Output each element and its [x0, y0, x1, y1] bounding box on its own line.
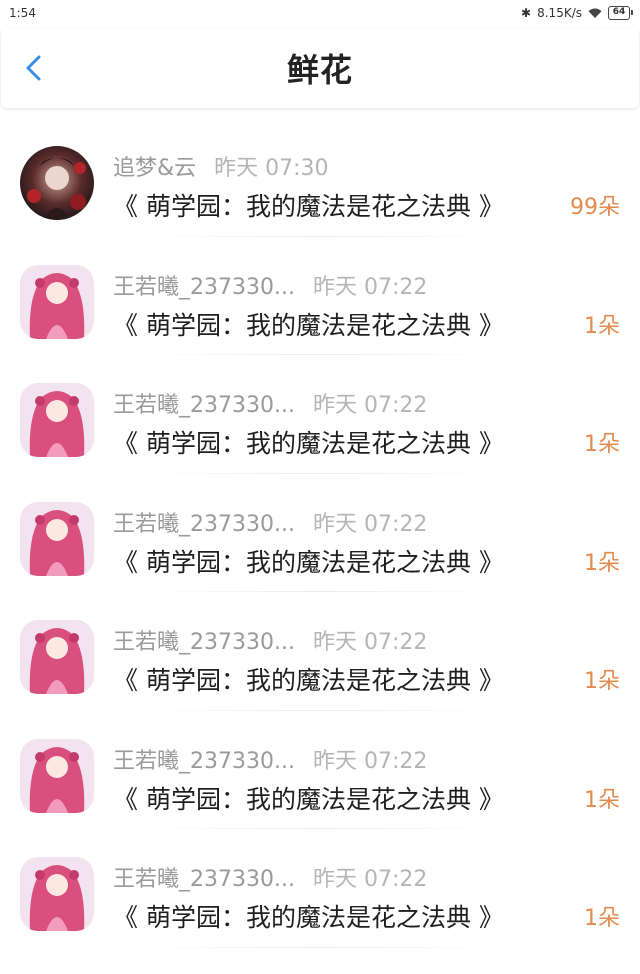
record-meta: 王若曦_237330... 昨天 07:22 — [113, 624, 427, 656]
avatar[interactable] — [20, 264, 94, 339]
list-item[interactable]: 王若曦_237330... 昨天 07:22 《 萌学园：我的魔法是花之法典 》… — [0, 711, 640, 830]
record-time: 昨天 07:22 — [312, 393, 428, 418]
avatar[interactable] — [20, 857, 94, 931]
sender-name: 追梦&云 — [113, 156, 197, 181]
record-time: 昨天 07:30 — [214, 156, 329, 181]
book-title: 《 萌学园：我的魔法是花之法典 》 — [113, 192, 504, 221]
list-item[interactable]: 追梦&云 昨天 07:30 《 萌学园：我的魔法是花之法典 》 99朵 — [0, 118, 640, 237]
record-meta: 追梦&云 昨天 07:30 — [113, 150, 329, 182]
flower-count: 1朵 — [584, 432, 620, 457]
top-app-bar: 鲜花 — [1, 28, 639, 108]
record-meta: 王若曦_237330... 昨天 07:22 — [113, 387, 427, 419]
record-time: 昨天 07:22 — [312, 274, 428, 300]
list-item[interactable]: 王若曦_237330... 昨天 07:22 《 萌学园：我的魔法是花之法典 》… — [0, 592, 640, 711]
flower-count: 1朵 — [584, 313, 620, 339]
flower-count: 99朵 — [570, 195, 620, 220]
book-title: 《 萌学园：我的魔法是花之法典 》 — [113, 547, 504, 577]
list-item[interactable]: 王若曦_237330... 昨天 07:22 《 萌学园：我的魔法是花之法典 》… — [0, 237, 640, 356]
book-title: 《 萌学园：我的魔法是花之法典 》 — [113, 429, 504, 458]
record-time: 昨天 07:22 — [312, 630, 428, 655]
sender-name: 王若曦_237330... — [113, 867, 295, 892]
list-item[interactable]: 王若曦_237330... 昨天 07:22 《 萌学园：我的魔法是花之法典 》… — [0, 829, 640, 948]
flower-count: 1朵 — [584, 669, 620, 694]
book-title: 《 萌学园：我的魔法是花之法典 》 — [113, 666, 504, 695]
sender-name: 王若曦_237330... — [113, 630, 295, 655]
record-meta: 王若曦_237330... 昨天 07:22 — [113, 861, 427, 893]
list-item[interactable]: 王若曦_237330... 昨天 07:22 《 萌学园：我的魔法是花之法典 》… — [0, 355, 640, 474]
book-title: 《 萌学园：我的魔法是花之法典 》 — [113, 903, 504, 932]
status-bar: 1:54 ✱ 8.15K/s 64 — [0, 0, 640, 26]
avatar[interactable] — [20, 620, 94, 694]
bluetooth-icon: ✱ — [521, 6, 532, 20]
sender-name: 王若曦_237330... — [113, 748, 295, 774]
sender-name: 王若曦_237330... — [113, 274, 295, 300]
flower-count: 1朵 — [584, 550, 620, 576]
record-time: 昨天 07:22 — [312, 748, 428, 774]
flower-record-list: 追梦&云 昨天 07:30 《 萌学园：我的魔法是花之法典 》 99朵 王若曦_… — [0, 118, 640, 948]
sender-name: 王若曦_237330... — [113, 393, 295, 418]
chevron-left-icon[interactable] — [21, 54, 49, 82]
sender-name: 王若曦_237330... — [113, 511, 295, 537]
book-title: 《 萌学园：我的魔法是花之法典 》 — [113, 784, 504, 814]
flower-count: 1朵 — [584, 906, 620, 931]
network-speed: 8.15K/s — [537, 6, 582, 20]
list-item[interactable]: 王若曦_237330... 昨天 07:22 《 萌学园：我的魔法是花之法典 》… — [0, 474, 640, 593]
status-time: 1:54 — [9, 6, 36, 20]
record-time: 昨天 07:22 — [312, 867, 428, 892]
avatar[interactable] — [20, 383, 94, 457]
status-icons: ✱ 8.15K/s 64 — [521, 6, 633, 20]
avatar[interactable] — [20, 738, 94, 813]
avatar[interactable] — [20, 501, 94, 576]
avatar[interactable] — [20, 146, 94, 220]
battery-indicator: 64 — [608, 6, 633, 20]
book-title: 《 萌学园：我的魔法是花之法典 》 — [113, 310, 504, 340]
flower-count: 1朵 — [584, 787, 620, 813]
page-title: 鲜花 — [286, 51, 353, 89]
record-meta: 王若曦_237330... 昨天 07:22 — [113, 506, 427, 538]
wifi-icon — [588, 8, 602, 18]
record-time: 昨天 07:22 — [312, 511, 428, 537]
record-meta: 王若曦_237330... 昨天 07:22 — [113, 269, 427, 301]
record-meta: 王若曦_237330... 昨天 07:22 — [113, 743, 427, 775]
